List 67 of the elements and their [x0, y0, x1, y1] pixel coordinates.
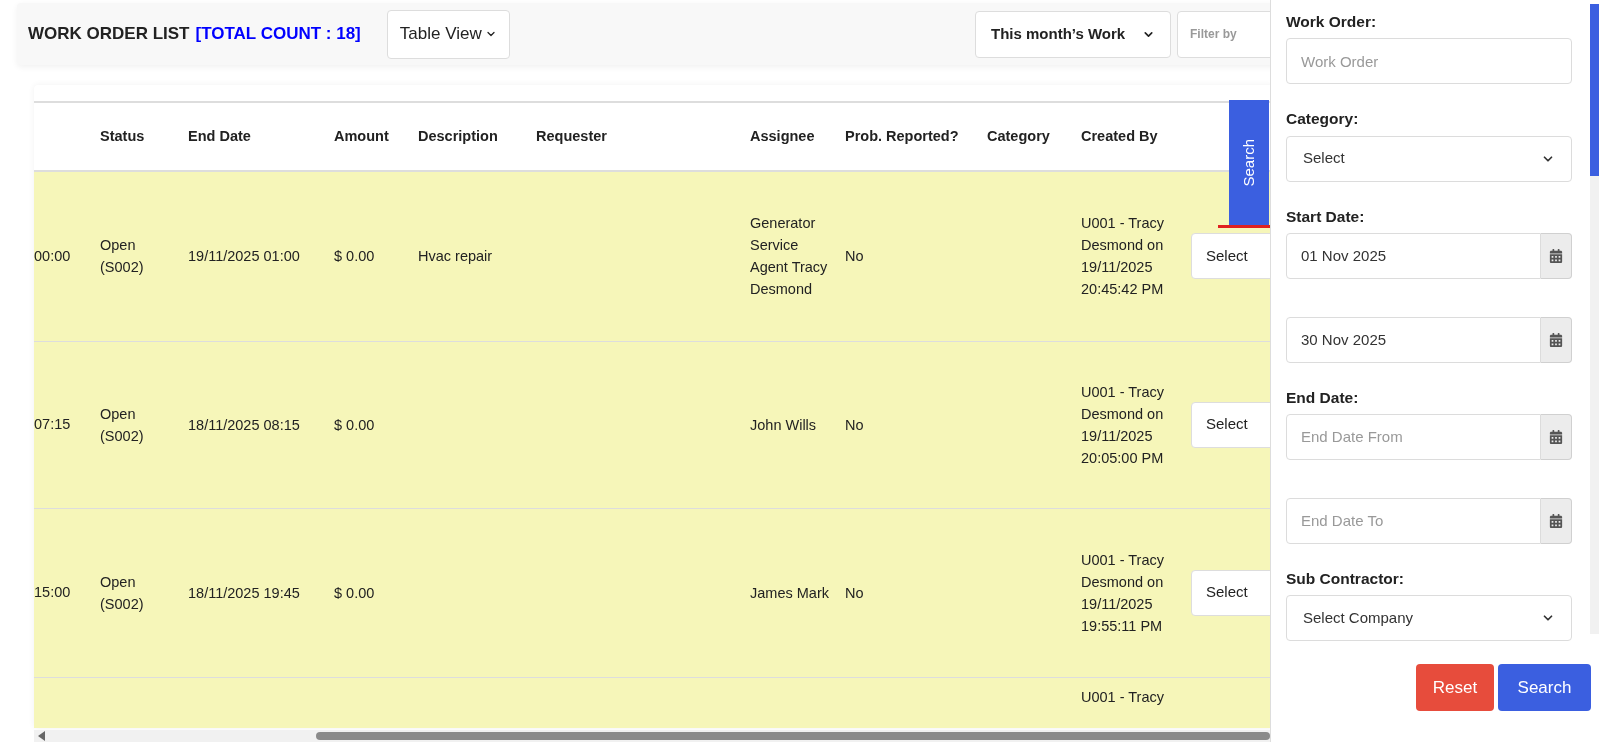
- table-cell-text: $ 0.00: [334, 583, 376, 603]
- search-button[interactable]: Search: [1498, 664, 1591, 711]
- table-cell-text: 18/11/2025 19:45: [188, 583, 301, 603]
- table-cell: 15:00: [34, 584, 71, 601]
- table-cell: 00:00: [34, 247, 71, 264]
- total-count: [TOTAL COUNT : 18]: [195, 23, 361, 46]
- table-cell-text: $ 0.00: [334, 415, 376, 435]
- date-field[interactable]: End Date To: [1286, 498, 1541, 544]
- date-field[interactable]: 30 Nov 2025: [1286, 316, 1541, 363]
- table-cell-text: U001 - Tracy: [1081, 687, 1165, 707]
- table-cell-text: U001 - Tracy Desmond on 19/11/2025 20:05:00 PM: [1081, 382, 1165, 468]
- date-field[interactable]: End Date From: [1286, 414, 1541, 460]
- date-field[interactable]: 01 Nov 2025: [1286, 232, 1541, 279]
- table-cell: 07:15: [34, 416, 71, 433]
- column-header: Prob. Reported?: [845, 127, 959, 144]
- calendar-icon: [1549, 430, 1563, 444]
- calendar-button[interactable]: [1541, 232, 1572, 279]
- column-header: Status: [100, 127, 145, 144]
- column-header: Created By: [1081, 127, 1158, 144]
- column-header: Category: [987, 127, 1050, 144]
- table-cell-text: John Wills: [750, 415, 818, 435]
- table-cell-text: No: [845, 247, 865, 267]
- field-label: Sub Contractor:: [1286, 569, 1405, 589]
- column-header: End Date: [188, 127, 251, 144]
- field-label: End Date:: [1286, 387, 1360, 408]
- field-label: Start Date:: [1286, 206, 1366, 227]
- search-tab[interactable]: Search: [1229, 100, 1269, 225]
- calendar-icon: [1549, 514, 1563, 528]
- input-field[interactable]: Work Order: [1286, 38, 1572, 85]
- table-cell-text: Generator Service Agent Tracy Desmond: [750, 214, 829, 300]
- action-select[interactable]: Select: [1191, 233, 1270, 280]
- table-cell-text: U001 - Tracy Desmond on 19/11/2025 20:45:42 PM: [1081, 214, 1165, 300]
- scroll-left-icon: [38, 731, 46, 741]
- action-select[interactable]: Select: [1191, 401, 1270, 448]
- field-label: Work Order:: [1286, 12, 1378, 32]
- action-select[interactable]: Select: [1191, 569, 1270, 616]
- calendar-icon: [1549, 332, 1563, 347]
- field-label: Category:: [1286, 109, 1360, 130]
- calendar-button[interactable]: [1541, 414, 1572, 460]
- table-cell-text: Open (S002): [100, 404, 145, 446]
- table-cell-text: Hvac repair: [418, 247, 494, 267]
- calendar-button[interactable]: [1541, 498, 1572, 544]
- table-cell-text: U001 - Tracy Desmond on 19/11/2025 19:55:11 PM: [1081, 550, 1165, 636]
- table-cell-text: No: [845, 583, 865, 603]
- table-cell-text: No: [845, 415, 865, 435]
- horizontal-scrollbar[interactable]: [34, 730, 1270, 742]
- table-cell-text: James Mark: [750, 583, 830, 603]
- period-select[interactable]: This month’s Work: [975, 10, 1171, 58]
- page-title: WORK ORDER LIST: [28, 23, 190, 46]
- reset-button[interactable]: Reset: [1416, 664, 1494, 711]
- table-cell-text: $ 0.00: [334, 247, 376, 267]
- select-field[interactable]: Select Company: [1286, 595, 1572, 642]
- calendar-icon: [1549, 248, 1563, 263]
- view-select[interactable]: Table View: [386, 9, 510, 59]
- column-header: Requester: [536, 127, 607, 144]
- column-header: Description: [418, 127, 498, 144]
- column-header: Amount: [334, 127, 389, 144]
- calendar-button[interactable]: [1541, 316, 1572, 363]
- scrollbar-thumb[interactable]: [1590, 4, 1599, 176]
- table-cell-text: 19/11/2025 01:00: [188, 247, 301, 267]
- select-field[interactable]: Select: [1286, 135, 1572, 182]
- column-header: Assignee: [750, 127, 815, 144]
- table-cell-text: Open (S002): [100, 236, 145, 278]
- filter-field[interactable]: Filter by: [1177, 10, 1270, 58]
- table-cell-text: Open (S002): [100, 572, 145, 614]
- scrollbar-thumb[interactable]: [316, 732, 1270, 740]
- table-cell-text: 18/11/2025 08:15: [188, 415, 301, 435]
